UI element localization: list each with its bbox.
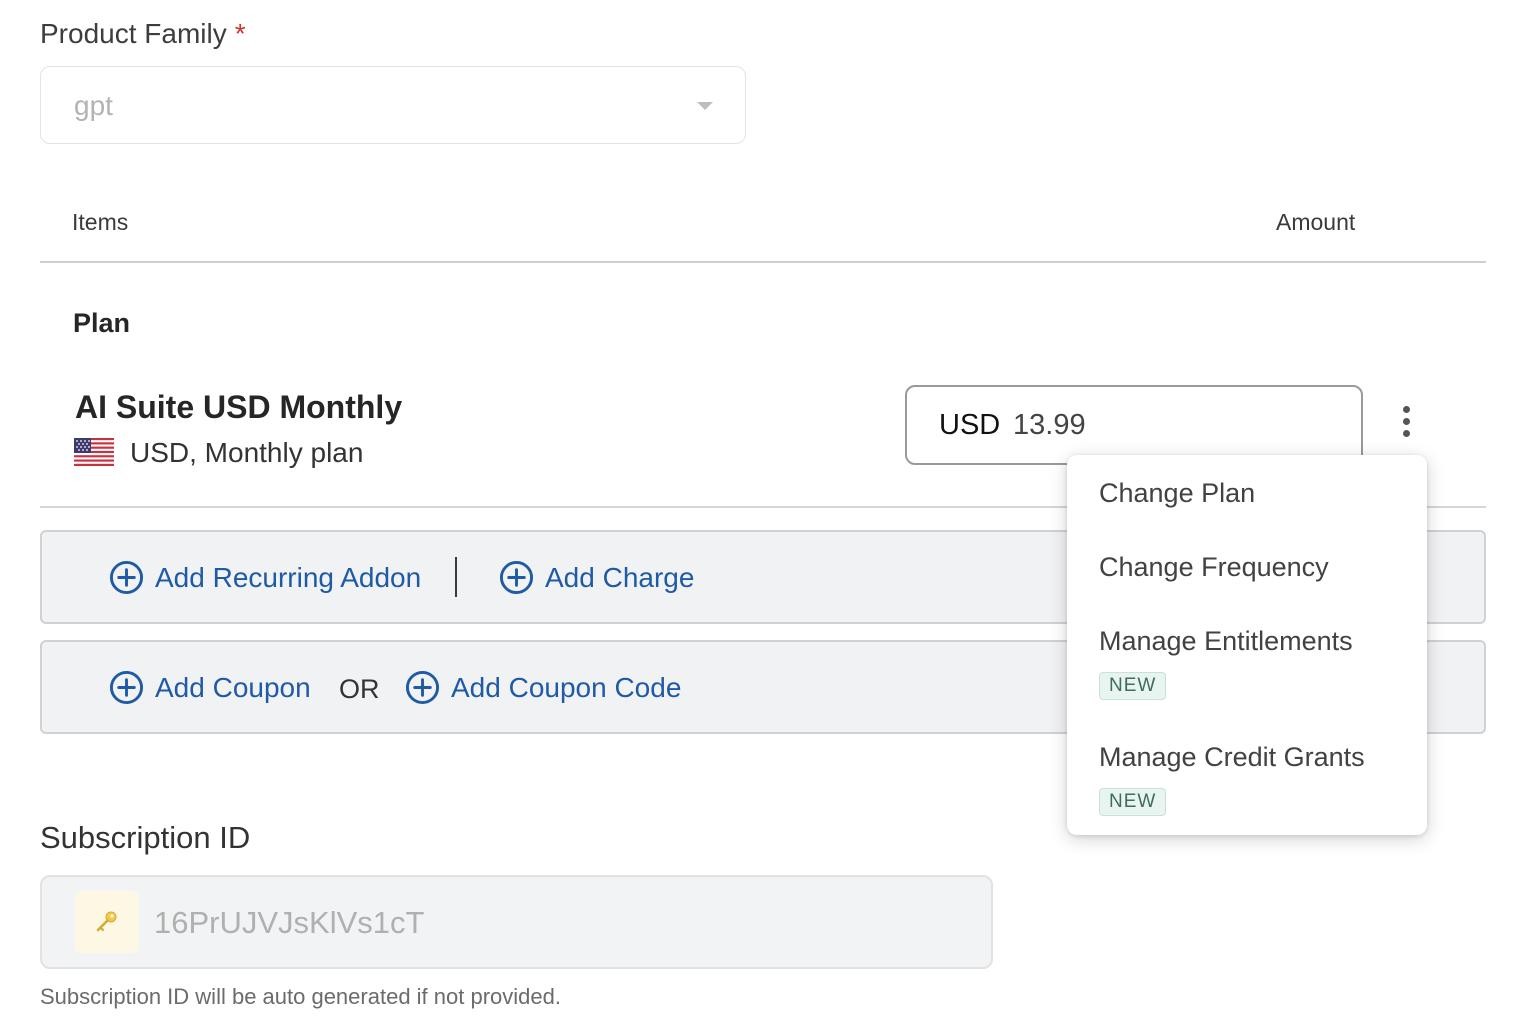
kebab-dot xyxy=(1403,430,1410,437)
required-asterisk: * xyxy=(234,18,246,49)
menu-item-manage-entitlements[interactable]: Manage Entitlements xyxy=(1099,626,1353,657)
subscription-id-value: 16PrUJVJsKlVs1cT xyxy=(154,905,425,940)
kebab-dot xyxy=(1403,406,1410,413)
amount-column-header: Amount xyxy=(1276,209,1356,235)
header-divider xyxy=(40,261,1486,263)
plus-circle-icon xyxy=(109,670,144,705)
add-charge-label: Add Charge xyxy=(545,561,695,593)
amount-currency: USD xyxy=(939,409,1001,441)
plus-circle-icon xyxy=(405,670,440,705)
add-coupon-label: Add Coupon xyxy=(155,671,311,703)
plan-description: USD, Monthly plan xyxy=(130,437,364,468)
plan-name: AI Suite USD Monthly xyxy=(75,389,403,425)
plus-circle-icon xyxy=(109,560,144,595)
add-coupon-link[interactable]: Add Coupon xyxy=(109,670,311,705)
key-icon-wrapper xyxy=(75,891,139,953)
us-flag-icon xyxy=(74,438,114,466)
add-charge-link[interactable]: Add Charge xyxy=(499,560,694,595)
product-family-value: gpt xyxy=(74,90,113,121)
new-badge: NEW xyxy=(1099,788,1167,816)
subscription-id-input[interactable]: 16PrUJVJsKlVs1cT xyxy=(40,875,993,969)
add-coupon-code-label: Add Coupon Code xyxy=(451,671,682,703)
add-recurring-addon-link[interactable]: Add Recurring Addon xyxy=(109,560,421,595)
add-recurring-addon-label: Add Recurring Addon xyxy=(155,561,422,593)
items-column-header: Items xyxy=(72,209,129,235)
plan-actions-menu: Change Plan Change Frequency Manage Enti… xyxy=(1067,455,1427,835)
amount-value: 13.99 xyxy=(1013,409,1086,441)
menu-item-change-plan[interactable]: Change Plan xyxy=(1099,478,1255,509)
more-options-icon[interactable] xyxy=(1392,404,1422,440)
product-family-select[interactable]: gpt xyxy=(40,66,746,144)
product-family-label-text: Product Family xyxy=(40,18,227,49)
new-badge: NEW xyxy=(1099,672,1167,700)
plan-amount-input[interactable]: USD 13.99 xyxy=(905,385,1363,465)
subscription-id-help-text: Subscription ID will be auto generated i… xyxy=(40,984,561,1009)
menu-item-manage-credit-grants[interactable]: Manage Credit Grants xyxy=(1099,742,1365,773)
add-coupon-code-link[interactable]: Add Coupon Code xyxy=(405,670,681,705)
or-separator-text: OR xyxy=(339,674,380,704)
plus-circle-icon xyxy=(499,560,534,595)
link-separator xyxy=(455,557,457,597)
menu-item-change-frequency[interactable]: Change Frequency xyxy=(1099,552,1329,583)
product-family-label: Product Family * xyxy=(40,18,246,50)
key-icon xyxy=(96,911,117,932)
subscription-id-label: Subscription ID xyxy=(40,820,251,855)
caret-down-icon xyxy=(697,102,713,110)
kebab-dot xyxy=(1403,418,1410,425)
plan-section-heading: Plan xyxy=(73,308,131,338)
